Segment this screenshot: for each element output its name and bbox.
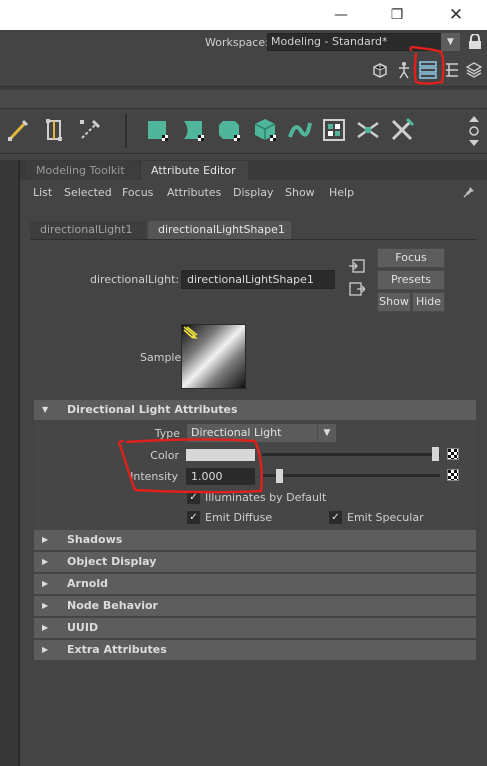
section-label: UUID [67,621,99,634]
cube-combine-icon[interactable] [252,116,280,144]
minimize-icon[interactable]: — [318,0,364,30]
status-strip-inner [0,90,487,108]
output-connection-icon[interactable] [348,281,366,297]
map-texture-icon[interactable] [447,448,459,460]
left-dock-divider[interactable] [18,160,20,766]
section-uuid[interactable]: ▶ UUID [34,618,476,638]
menu-show[interactable]: Show [285,186,315,199]
multi-cut-icon[interactable] [4,116,32,144]
close-icon[interactable]: ✕ [433,0,479,30]
section-arnold[interactable]: ▶ Arnold [34,574,476,594]
color-slider-handle[interactable] [432,447,439,461]
section-label: Arnold [67,577,108,590]
tab-modeling-toolkit[interactable]: Modeling Toolkit [26,161,139,180]
section-node-behavior[interactable]: ▶ Node Behavior [34,596,476,616]
tab-attribute-editor[interactable]: Attribute Editor [141,161,248,180]
color-slider-track[interactable] [262,453,440,456]
node-name-field[interactable]: directionalLightShape1 [181,270,335,289]
section-label: Object Display [67,555,157,568]
bevel-icon[interactable] [216,116,244,144]
hide-button[interactable]: Hide [412,292,445,312]
show-button[interactable]: Show [377,292,411,312]
intensity-slider-track[interactable] [262,474,440,477]
channel-box-icon[interactable] [464,60,484,80]
cut-uv-icon[interactable] [388,116,416,144]
collapsed-triangle-icon: ▶ [42,557,49,566]
emit-diffuse-label: Emit Diffuse [205,511,273,524]
node-type-label: directionalLight: [90,273,180,286]
modeling-toolkit-icon[interactable] [370,60,390,80]
insert-edge-loop-icon[interactable] [40,116,68,144]
focus-button[interactable]: Focus [377,248,445,268]
extrude-icon[interactable] [144,116,172,144]
shelf-separator [125,114,127,148]
collapsed-triangle-icon: ▶ [42,579,49,588]
section-shadows[interactable]: ▶ Shadows [34,530,476,550]
menu-attributes[interactable]: Attributes [167,186,221,199]
node-tab-transform[interactable]: directionalLight1 [30,221,146,239]
emit-diffuse-checkbox[interactable]: ✓ [187,511,200,524]
section-label: Shadows [67,533,123,546]
menu-focus[interactable]: Focus [122,186,153,199]
annotation-circle-toolbar [409,45,445,85]
menu-display[interactable]: Display [233,186,274,199]
presets-button[interactable]: Presets [377,270,445,290]
bridge-icon[interactable] [180,116,208,144]
section-label: Node Behavior [67,599,158,612]
section-label: Directional Light Attributes [67,403,238,416]
directional-light-icon [183,326,199,340]
curve-tool-icon[interactable] [286,116,314,144]
menu-list[interactable]: List [33,186,52,199]
input-connection-icon[interactable] [348,258,366,274]
left-dock-strip [0,160,18,766]
emit-specular-checkbox[interactable]: ✓ [329,511,342,524]
emit-specular-label: Emit Specular [347,511,424,524]
workspace-label: Workspace: [205,36,269,49]
section-label: Extra Attributes [67,643,167,656]
tool-settings-icon[interactable] [442,60,462,80]
target-weld-icon[interactable] [76,116,104,144]
chevron-down-icon[interactable]: ▼ [317,424,336,442]
lock-icon[interactable] [468,33,482,50]
unfold-uv-icon[interactable] [354,116,382,144]
map-texture-icon[interactable] [447,469,459,481]
annotation-circle-attributes [117,438,263,494]
restore-icon[interactable]: ❐ [374,0,420,30]
pin-icon[interactable] [463,186,475,198]
intensity-slider-handle[interactable] [276,469,283,483]
section-directional-light-attributes[interactable]: ▼ Directional Light Attributes [34,400,476,420]
shelf-scroll-icon[interactable] [468,114,480,148]
sample-label: Sample [140,351,182,364]
collapsed-triangle-icon: ▶ [42,601,49,610]
collapsed-triangle-icon: ▶ [42,645,49,654]
collapsed-triangle-icon: ▶ [42,623,49,632]
collapsed-triangle-icon: ▶ [42,535,49,544]
menu-selected[interactable]: Selected [64,186,112,199]
expanded-triangle-icon: ▼ [42,405,49,414]
uv-editor-icon[interactable] [320,116,348,144]
node-tab-shape[interactable]: directionalLightShape1 [148,221,291,239]
section-extra-attributes[interactable]: ▶ Extra Attributes [34,640,476,660]
menu-help[interactable]: Help [329,186,354,199]
section-object-display[interactable]: ▶ Object Display [34,552,476,572]
node-tab-underline [30,239,477,240]
